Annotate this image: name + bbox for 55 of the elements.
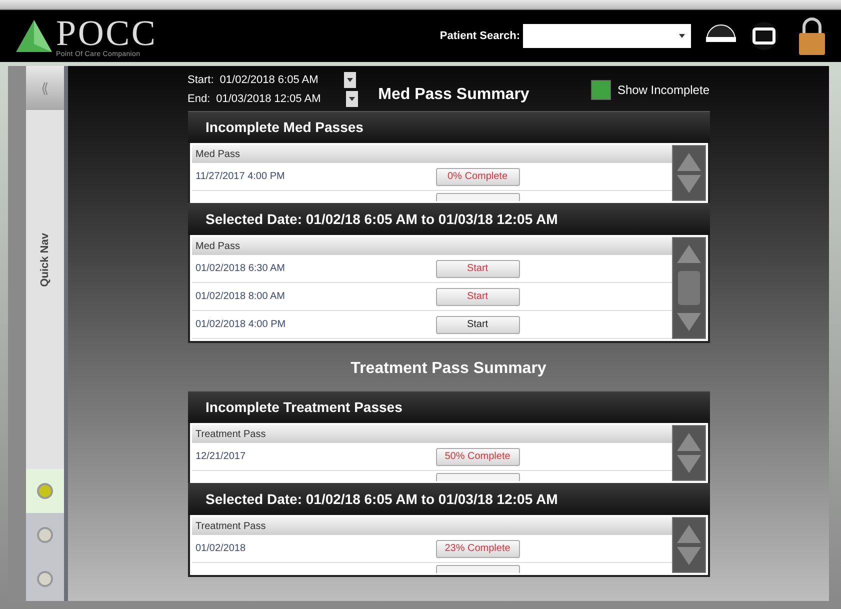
scrollbar[interactable] [672, 145, 706, 201]
dropdown-icon[interactable] [346, 90, 358, 107]
patient-search-field[interactable] [523, 24, 691, 48]
panel-header: Selected Date: 01/02/18 6:05 AM to 01/03/18 12:05 AM [188, 203, 710, 235]
pass-action-button[interactable]: Start [436, 288, 520, 306]
scroll-up-icon[interactable] [676, 152, 702, 172]
logo-icon [14, 18, 54, 54]
pass-date: 01/02/2018 8:00 AM [196, 290, 286, 304]
end-value: 01/03/2018 12:05 AM [216, 92, 322, 106]
partial-button[interactable] [436, 473, 520, 481]
scroll-up-icon[interactable] [676, 524, 702, 544]
scroll-up-icon[interactable] [676, 432, 702, 452]
start-value: 01/02/2018 6:05 AM [220, 73, 320, 88]
quick-nav-label: Quick Nav [38, 232, 52, 286]
start-label: Start: [188, 73, 214, 88]
scrollbar[interactable] [672, 517, 706, 573]
pass-action-button[interactable]: 23% Complete [436, 540, 520, 558]
scrollbar[interactable] [672, 425, 706, 481]
dropdown-icon[interactable] [344, 72, 356, 88]
pass-action-button[interactable]: Start [436, 316, 520, 334]
collapse-button[interactable]: ⟪ [26, 66, 64, 110]
column-header: Med Pass [192, 145, 672, 163]
column-header: Treatment Pass [192, 425, 672, 443]
scrollbar[interactable] [672, 237, 706, 339]
pass-date: 01/02/2018 [196, 542, 247, 556]
scroll-down-icon[interactable] [676, 174, 702, 194]
panel-header: Incomplete Treatment Passes [188, 391, 710, 423]
column-header: Treatment Pass [192, 517, 672, 535]
panel-header: Incomplete Med Passes [188, 111, 710, 143]
scroll-down-icon[interactable] [676, 312, 702, 332]
show-incomplete-label: Show Incomplete [617, 82, 710, 98]
patient-search-label: Patient Search: [440, 28, 520, 44]
pass-action-button[interactable]: 50% Complete [436, 448, 520, 466]
pass-date: 01/02/2018 6:30 AM [196, 262, 286, 276]
pass-action-button[interactable]: Start [436, 260, 520, 278]
logo-text: POCC [56, 14, 158, 50]
scroll-down-icon[interactable] [676, 454, 702, 474]
section-title: Treatment Pass Summary [350, 359, 546, 379]
pass-date: 01/02/2018 4:00 PM [196, 318, 287, 332]
pass-action-button[interactable]: 0% Complete [436, 168, 520, 186]
section-title: Med Pass Summary [378, 84, 530, 104]
partial-button[interactable] [436, 193, 520, 201]
scroll-up-icon[interactable] [676, 244, 702, 264]
padlock-icon[interactable] [797, 16, 827, 56]
show-incomplete-checkbox[interactable] [591, 80, 612, 100]
panel-header: Selected Date: 01/02/18 6:05 AM to 01/03/18 12:05 AM [188, 483, 710, 515]
scroll-thumb[interactable] [678, 271, 700, 305]
pass-date: 11/27/2017 4:00 PM [196, 170, 286, 184]
scroll-down-icon[interactable] [676, 546, 702, 566]
partial-button[interactable] [436, 565, 520, 573]
pass-date: 12/21/2017 [196, 450, 247, 464]
end-label: End: [188, 92, 210, 106]
restore-icon[interactable] [749, 21, 779, 51]
dropdown-icon [679, 34, 685, 38]
column-header: Med Pass [192, 237, 672, 255]
